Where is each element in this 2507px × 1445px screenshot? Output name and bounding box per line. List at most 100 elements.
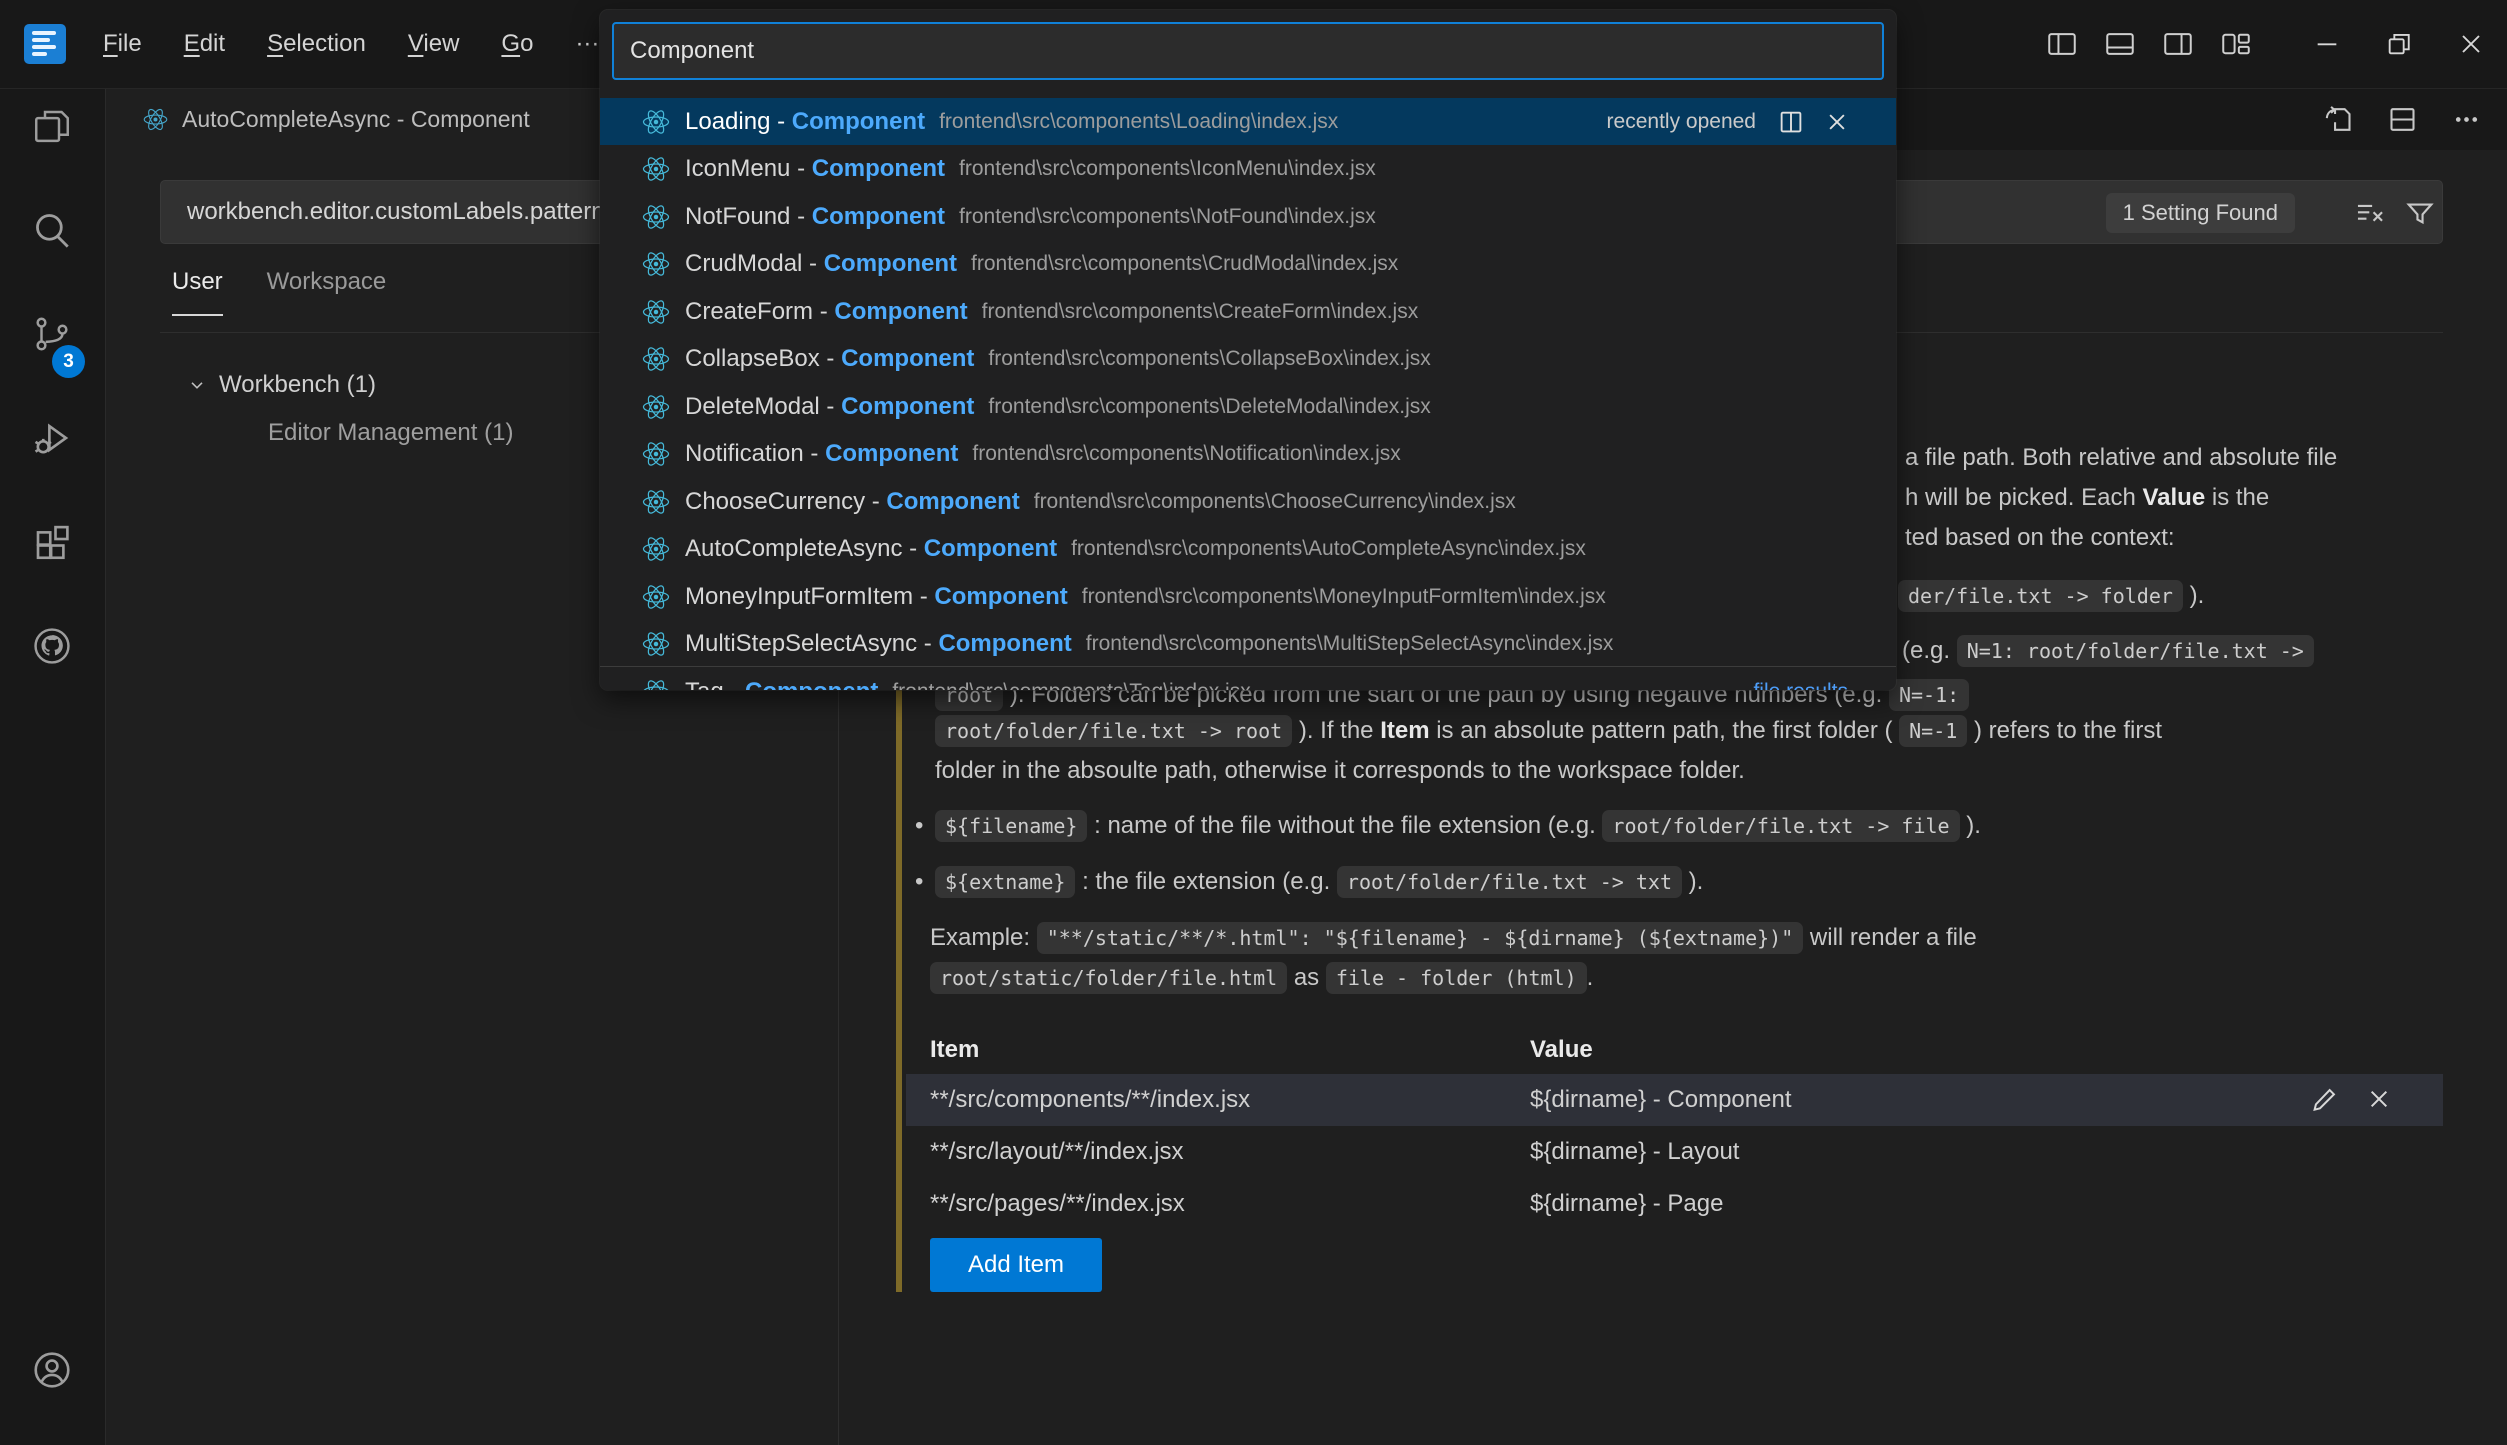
react-icon — [641, 582, 671, 612]
activity-explorer[interactable] — [31, 105, 73, 147]
code-chip: file - folder (html) — [1326, 962, 1587, 994]
quickopen-item-choosecurrency[interactable]: ChooseCurrency - Componentfrontend\src\c… — [600, 478, 1896, 525]
more-actions-icon[interactable] — [2439, 98, 2493, 142]
quickopen-item-moneyinputformitem[interactable]: MoneyInputFormItem - Componentfrontend\s… — [600, 573, 1896, 620]
open-settings-json-icon — [2322, 103, 2355, 136]
item-label: CrudModal - Component — [685, 250, 957, 278]
toc-item[interactable]: Editor Management (1) — [268, 409, 513, 457]
toc-item[interactable]: Workbench (1) — [185, 361, 376, 409]
open-to-side-icon[interactable] — [1776, 107, 1806, 137]
table-row[interactable]: **/src/pages/**/index.jsx ${dirname} - Pa… — [906, 1178, 2443, 1230]
quickopen-item-tag[interactable]: Tag - Componentfrontend\src\components\T… — [600, 668, 1896, 690]
quickopen-item-notification[interactable]: Notification - Componentfrontend\src\com… — [600, 431, 1896, 478]
code-chip: root/static/folder/file.html — [930, 962, 1287, 994]
react-icon — [641, 297, 671, 327]
description-text: will render a file — [1803, 924, 1976, 951]
bullet: • — [915, 862, 923, 902]
close-icon[interactable] — [2435, 0, 2507, 88]
quickopen-item-iconmenu[interactable]: IconMenu - Componentfrontend\src\compone… — [600, 146, 1896, 193]
description-line: a file path. Both relative and absolute … — [1905, 438, 2337, 478]
toc-label: Editor Management (1) — [268, 419, 513, 447]
vscode-logo-icon[interactable] — [24, 24, 66, 64]
tab-title: AutoCompleteAsync - Component — [182, 106, 530, 133]
minimize-icon[interactable] — [2291, 0, 2363, 88]
value-cell: ${dirname} - Page — [1530, 1178, 1723, 1230]
quickopen-item-notfound[interactable]: NotFound - Componentfrontend\src\compone… — [600, 193, 1896, 240]
filter-icon[interactable] — [2403, 196, 2437, 235]
customize-layout-icon — [2219, 27, 2253, 61]
quickopen-item-multistepselectasync[interactable]: MultiStepSelectAsync - Componentfrontend… — [600, 621, 1896, 668]
description-line: h will be picked. Each Value is the — [1905, 478, 2269, 518]
activity-accounts[interactable] — [31, 1349, 73, 1391]
extensions-icon — [31, 521, 73, 563]
description-text: Value — [2142, 484, 2205, 511]
quickopen-item-loading[interactable]: Loading - Componentfrontend\src\componen… — [600, 98, 1896, 145]
quick-open-widget: Loading - Componentfrontend\src\componen… — [600, 10, 1896, 690]
edit-icon[interactable] — [2309, 1083, 2341, 1120]
toggle-sidebar-left-icon[interactable] — [2033, 15, 2091, 73]
menu-file[interactable]: File — [82, 24, 163, 64]
item-path: frontend\src\components\Loading\index.js… — [939, 110, 1338, 134]
code-chip: ${extname} — [935, 866, 1075, 898]
activity-github[interactable] — [31, 625, 73, 667]
menu-view[interactable]: View — [387, 24, 481, 64]
table-row[interactable]: **/src/components/**/index.jsx${dirname}… — [906, 1074, 2443, 1126]
scope-tab-user[interactable]: User — [172, 268, 223, 316]
toggle-sidebar-right-icon[interactable] — [2149, 15, 2207, 73]
description-text: Example: — [930, 924, 1037, 951]
code-chip: N=-1 — [1899, 715, 1967, 747]
quick-open-input[interactable] — [612, 22, 1884, 80]
code-chip: "**/static/**/*.html": "${filename} - ${… — [1037, 922, 1804, 954]
menu-edit[interactable]: Edit — [163, 24, 246, 64]
scm-badge: 3 — [52, 345, 85, 378]
item-path: frontend\src\components\CreateForm\index… — [982, 300, 1419, 324]
match-highlight: Component — [924, 535, 1057, 562]
item-label: NotFound - Component — [685, 203, 945, 231]
description-text: . — [1587, 964, 1594, 991]
clear-filters-icon[interactable] — [2353, 196, 2387, 235]
debug-icon — [31, 417, 73, 459]
menu-go[interactable]: Go — [480, 24, 554, 64]
code-chip: der/file.txt -> folder — [1898, 580, 2183, 612]
add-item-button[interactable]: Add Item — [930, 1238, 1102, 1292]
quickopen-item-collapsebox[interactable]: CollapseBox - Componentfrontend\src\comp… — [600, 336, 1896, 383]
table-row[interactable]: **/src/layout/**/index.jsx${dirname} - L… — [906, 1126, 2443, 1178]
match-highlight: Component — [934, 583, 1067, 610]
quickopen-item-crudmodal[interactable]: CrudModal - Componentfrontend\src\compon… — [600, 241, 1896, 288]
item-path: frontend\src\components\Tag\index.jsx — [892, 680, 1250, 691]
restore-icon[interactable] — [2363, 0, 2435, 88]
activity-run-and-debug[interactable] — [31, 417, 73, 459]
activity-extensions[interactable] — [31, 521, 73, 563]
split-editor-icon[interactable] — [2375, 98, 2429, 142]
react-icon — [142, 106, 169, 133]
filter-icon — [2403, 196, 2437, 230]
react-icon — [641, 487, 671, 517]
item-path: frontend\src\components\AutoCompleteAsyn… — [1071, 537, 1586, 561]
react-icon — [641, 582, 671, 612]
react-icon — [641, 249, 671, 279]
open-settings-json-icon[interactable] — [2311, 98, 2365, 142]
description-line: (e.g. N=1: root/folder/file.txt -> — [1902, 631, 2314, 671]
tab-settings-editor[interactable]: AutoCompleteAsync - Component — [106, 89, 646, 150]
item-label: CreateForm - Component — [685, 298, 968, 326]
menu-selection[interactable]: Selection — [246, 24, 387, 64]
remove-icon[interactable] — [2363, 1083, 2395, 1120]
customize-layout-icon[interactable] — [2207, 15, 2265, 73]
item-cell: **/src/pages/**/index.jsx — [930, 1178, 1185, 1230]
description-text: folder in the absoulte path, otherwise i… — [935, 757, 1745, 784]
toggle-panel-icon[interactable] — [2091, 15, 2149, 73]
description-text: (e.g. — [1902, 637, 1957, 664]
activity-search[interactable] — [31, 209, 73, 251]
react-icon — [641, 534, 671, 564]
restore-icon — [2383, 28, 2415, 60]
react-icon — [641, 629, 671, 659]
quickopen-item-createform[interactable]: CreateForm - Component frontend\src\compo… — [600, 288, 1896, 335]
scope-tab-workspace[interactable]: Workspace — [267, 268, 387, 316]
code-chip: root/folder/file.txt -> root — [935, 715, 1292, 747]
remove-icon — [1822, 107, 1852, 137]
description-text: : the file extension (e.g. — [1075, 868, 1336, 895]
quickopen-item-autocompleteasync[interactable]: AutoCompleteAsync - Componentfrontend\sr… — [600, 526, 1896, 573]
quickopen-item-deletemodal[interactable]: DeleteModal - Componentfrontend\src\comp… — [600, 383, 1896, 430]
row-right: file results — [1753, 680, 1852, 691]
remove-icon[interactable] — [1822, 107, 1852, 137]
